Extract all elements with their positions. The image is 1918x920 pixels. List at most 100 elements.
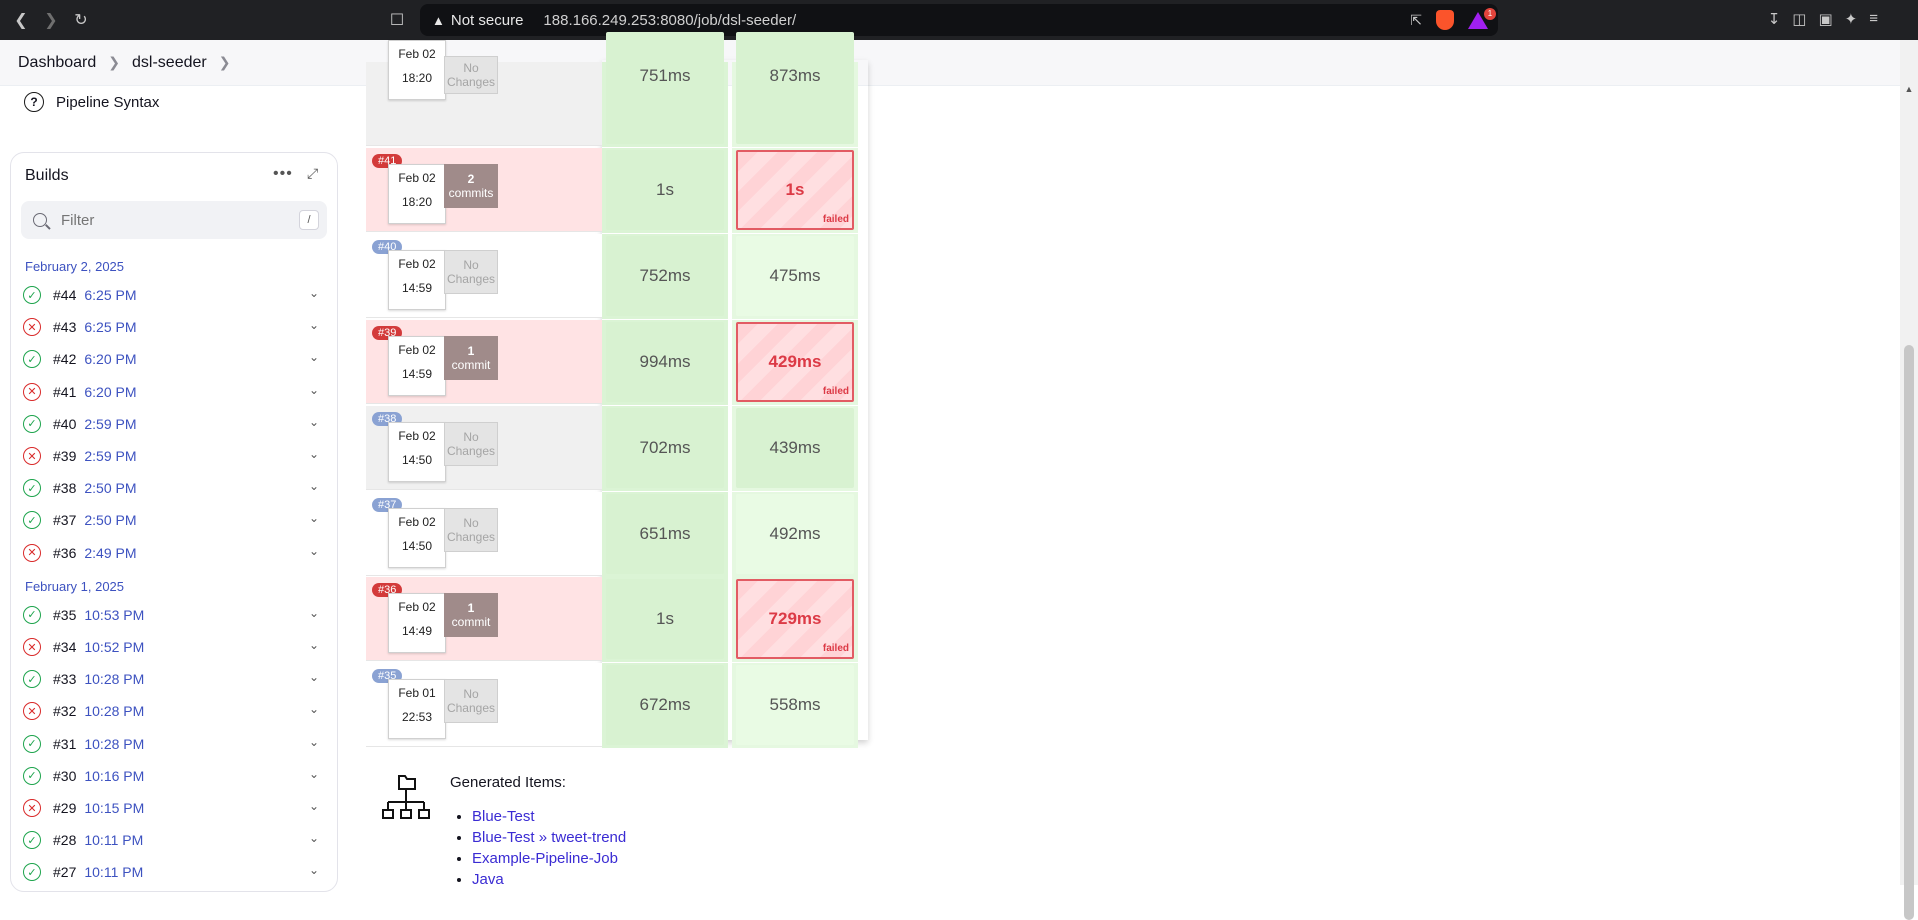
chevron-down-icon[interactable]: ⌄ [309,511,319,525]
build-row[interactable]: ✕ #32 10:28 PM ⌄ [23,699,327,723]
build-info-cell[interactable]: #40 Feb 02 14:59 No Changes [366,233,602,318]
address-bar[interactable]: ▲ Not secure 188.166.249.253:8080/job/ds… [420,4,1498,36]
stage-duration[interactable]: 1s [606,149,724,230]
build-number[interactable]: #40 [53,416,76,432]
build-number[interactable]: #29 [53,800,76,816]
stage-duration[interactable]: 475ms [736,235,854,316]
brave-shield-icon[interactable] [1436,10,1454,30]
build-time[interactable]: 10:52 PM [84,639,144,655]
chevron-down-icon[interactable]: ⌄ [309,544,319,558]
build-number[interactable]: #36 [53,545,76,561]
build-time[interactable]: 10:28 PM [84,736,144,752]
build-number[interactable]: #34 [53,639,76,655]
scrollbar-thumb[interactable] [1904,345,1914,920]
build-row[interactable]: ✓ #33 10:28 PM ⌄ [23,667,327,691]
chevron-down-icon[interactable]: ⌄ [309,447,319,461]
reload-icon[interactable]: ↻ [70,9,92,31]
build-number[interactable]: #33 [53,671,76,687]
build-row[interactable]: ✕ #43 6:25 PM ⌄ [23,315,327,339]
build-row[interactable]: ✓ #31 10:28 PM ⌄ [23,732,327,756]
build-time[interactable]: 2:50 PM [84,480,136,496]
build-info-cell[interactable]: #39 Feb 02 14:59 1 commit [366,319,602,404]
build-info-cell[interactable]: Feb 02 18:20 No Changes [366,40,602,146]
chevron-down-icon[interactable]: ⌄ [309,799,319,813]
wallet-icon[interactable]: ▣ [1818,10,1832,28]
build-number[interactable]: #28 [53,832,76,848]
leo-ai-icon[interactable]: ✦ [1845,10,1858,28]
share-icon[interactable]: ⇱ [1410,12,1422,29]
stage-duration[interactable]: 492ms [736,493,854,574]
build-time[interactable]: 10:28 PM [84,671,144,687]
build-row[interactable]: ✕ #39 2:59 PM ⌄ [23,444,327,468]
build-number[interactable]: #35 [53,607,76,623]
build-info-cell[interactable]: #38 Feb 02 14:50 No Changes [366,405,602,490]
build-row[interactable]: ✕ #29 10:15 PM ⌄ [23,796,327,820]
build-time[interactable]: 2:59 PM [84,448,136,464]
build-number[interactable]: #44 [53,287,76,303]
build-row[interactable]: ✓ #38 2:50 PM ⌄ [23,476,327,500]
build-time[interactable]: 6:25 PM [84,287,136,303]
bookmark-icon[interactable]: ☐ [386,9,408,31]
download-icon[interactable]: ↧ [1768,10,1781,28]
chevron-down-icon[interactable]: ⌄ [309,831,319,845]
chevron-down-icon[interactable]: ⌄ [309,415,319,429]
stage-duration[interactable]: 702ms [606,407,724,488]
filter-input[interactable] [61,211,281,229]
build-row[interactable]: ✓ #40 2:59 PM ⌄ [23,412,327,436]
build-number[interactable]: #27 [53,864,76,880]
url-text[interactable]: 188.166.249.253:8080/job/dsl-seeder/ [543,12,796,29]
chevron-down-icon[interactable]: ⌄ [309,670,319,684]
chevron-down-icon[interactable]: ⌄ [309,383,319,397]
chevron-down-icon[interactable]: ⌄ [309,318,319,332]
build-number[interactable]: #38 [53,480,76,496]
build-row[interactable]: ✕ #41 6:20 PM ⌄ [23,380,327,404]
build-number[interactable]: #41 [53,384,76,400]
changes-box[interactable]: 1 commit [444,593,498,638]
generated-item-link[interactable]: Blue-Test » tweet-trend [472,829,626,846]
build-row[interactable]: ✓ #44 6:25 PM ⌄ [23,283,327,307]
pipeline-syntax-link[interactable]: ? Pipeline Syntax [24,92,159,112]
build-time[interactable]: 6:20 PM [84,351,136,367]
chevron-down-icon[interactable]: ⌄ [309,702,319,716]
build-row[interactable]: ✕ #34 10:52 PM ⌄ [23,635,327,659]
sidebar-toggle-icon[interactable]: ◫ [1792,10,1806,28]
changes-box[interactable]: 1 commit [444,335,498,380]
build-time[interactable]: 10:11 PM [84,864,143,880]
chevron-right-icon[interactable]: ❯ [219,54,231,71]
changes-box[interactable]: No Changes [444,507,498,552]
build-number[interactable]: #42 [53,351,76,367]
stage-duration[interactable]: 672ms [606,665,724,746]
stage-duration-failed[interactable]: 429ms failed [736,321,854,402]
chevron-down-icon[interactable]: ⌄ [309,606,319,620]
build-row[interactable]: ✕ #36 2:49 PM ⌄ [23,541,327,565]
build-info-cell[interactable]: #36 Feb 02 14:49 1 commit [366,577,602,662]
build-time[interactable]: 2:49 PM [84,545,136,561]
build-time[interactable]: 6:25 PM [84,319,136,335]
build-time[interactable]: 6:20 PM [84,384,136,400]
build-info-cell[interactable]: #37 Feb 02 14:50 No Changes [366,491,602,576]
changes-box[interactable]: No Changes [444,249,498,294]
changes-box[interactable]: 2 commits [444,163,498,208]
build-time[interactable]: 10:11 PM [84,832,143,848]
generated-item-link[interactable]: Blue-Test [472,808,535,825]
stage-duration-failed[interactable]: 729ms failed [736,579,854,660]
stage-duration[interactable]: 751ms [606,32,724,144]
stage-duration[interactable]: 651ms [606,493,724,574]
build-time[interactable]: 10:16 PM [84,768,144,784]
changes-box[interactable]: No Changes [444,56,498,94]
scroll-up-icon[interactable]: ▲ [1904,84,1914,94]
expand-icon[interactable]: ⤢ [307,165,318,182]
build-row[interactable]: ✓ #37 2:50 PM ⌄ [23,508,327,532]
build-time[interactable]: 2:50 PM [84,512,136,528]
stage-duration[interactable]: 873ms [736,32,854,144]
stage-duration-failed[interactable]: 1s failed [736,149,854,230]
chevron-down-icon[interactable]: ⌄ [309,350,319,364]
scrollbar[interactable]: ▲ [1900,40,1918,920]
stage-duration[interactable]: 439ms [736,407,854,488]
build-row[interactable]: ✓ #30 10:16 PM ⌄ [23,764,327,788]
build-time[interactable]: 10:53 PM [84,607,144,623]
build-row[interactable]: ✓ #35 10:53 PM ⌄ [23,603,327,627]
build-number[interactable]: #32 [53,703,76,719]
build-row[interactable]: ✓ #28 10:11 PM ⌄ [23,828,327,852]
build-info-cell[interactable]: #35 Feb 01 22:53 No Changes [366,663,602,748]
